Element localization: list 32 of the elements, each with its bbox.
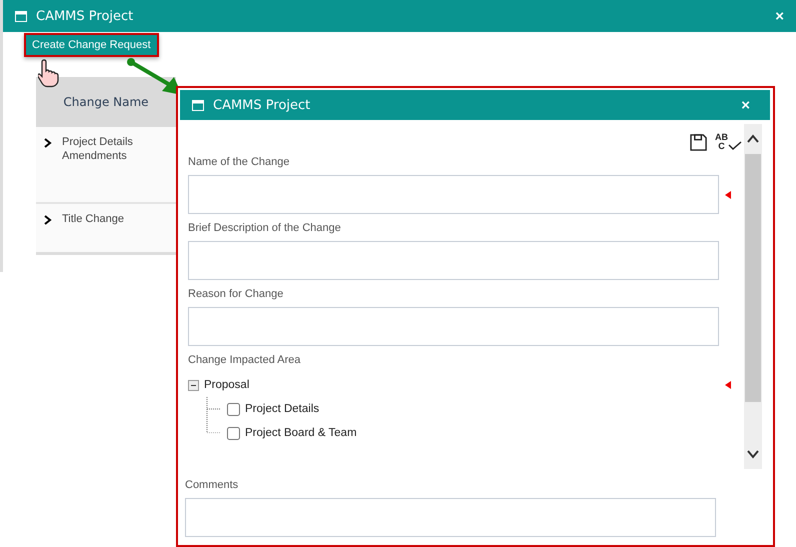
field-label: Brief Description of the Change xyxy=(188,222,342,235)
column-header: Change Name xyxy=(36,77,176,127)
field-label: Comments xyxy=(185,479,240,492)
dialog-title: CAMMS Project xyxy=(213,98,312,112)
create-change-request-button[interactable]: Create Change Request xyxy=(24,33,159,57)
window-icon xyxy=(15,10,27,22)
tree-node[interactable]: Project Details xyxy=(245,403,320,415)
chevron-right-icon[interactable] xyxy=(44,215,52,225)
comments-field[interactable] xyxy=(185,498,716,537)
field-label: Name of the Change xyxy=(188,156,291,169)
save-icon[interactable] xyxy=(690,134,707,150)
close-button[interactable]: × xyxy=(741,96,750,114)
window-icon xyxy=(192,100,204,110)
text-field[interactable] xyxy=(188,307,719,346)
checkmark-icon xyxy=(728,141,742,151)
scrollbar[interactable] xyxy=(744,124,762,469)
tree-node[interactable]: Proposal xyxy=(204,379,250,391)
window-title: CAMMS Project xyxy=(36,8,134,24)
table-cell-text: Title Change xyxy=(62,212,124,227)
chevron-right-icon[interactable] xyxy=(44,138,52,148)
checkbox[interactable] xyxy=(227,426,240,440)
text-field[interactable] xyxy=(188,241,719,280)
text-field[interactable] xyxy=(188,175,719,214)
tree-node[interactable]: Project Board & Team xyxy=(245,427,357,439)
spellcheck-button[interactable]: AB C xyxy=(715,133,742,151)
table-cell-text: Project Details Amendments xyxy=(62,135,134,164)
scroll-thumb[interactable] xyxy=(745,154,761,402)
field-label: Change Impacted Area xyxy=(188,354,302,367)
field-label: Reason for Change xyxy=(188,288,284,301)
close-button[interactable]: × xyxy=(775,8,784,24)
checkbox[interactable] xyxy=(227,402,240,416)
collapse-icon[interactable] xyxy=(188,380,199,390)
